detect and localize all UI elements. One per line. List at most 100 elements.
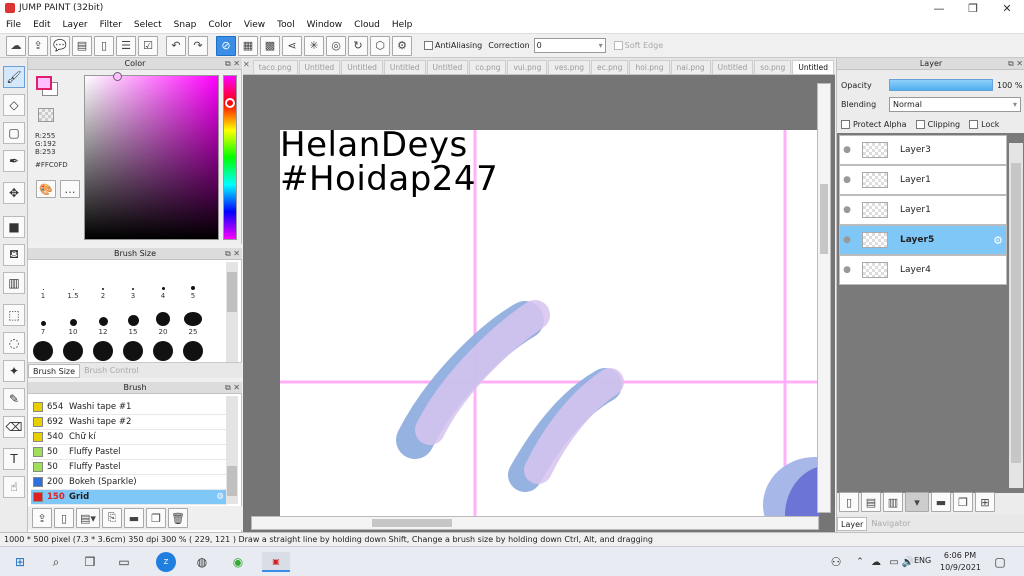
tab-document[interactable]: Untitled [711,60,754,74]
brush-list-scrollbar[interactable] [226,396,238,504]
visibility-icon[interactable]: ● [840,203,854,217]
brush-size-cell[interactable]: 1.5 [58,276,88,300]
menu-cloud[interactable]: Cloud [348,20,386,30]
panel-close-icon[interactable]: ⧉ ✕ [225,382,240,394]
snap-radial-icon[interactable]: ✳ [304,35,324,56]
hue-slider[interactable] [223,75,237,240]
tab-document[interactable]: vui.png [507,60,548,74]
tab-brush-control[interactable]: Brush Control [80,366,143,375]
menu-select[interactable]: Select [128,20,168,30]
tab-document[interactable]: hoi.png [629,60,670,74]
menu-color[interactable]: Color [202,20,238,30]
clipping-checkbox[interactable] [915,120,925,129]
visibility-icon[interactable]: ● [840,263,854,277]
menu-window[interactable]: Window [301,20,349,30]
snap-parallel-icon[interactable]: ▦ [238,35,258,56]
snap-grid-icon[interactable]: ▩ [260,35,280,56]
checklist-icon[interactable]: ☑ [138,35,158,56]
gear-icon[interactable]: ⚙ [993,234,1003,247]
new-layer-1bit-icon[interactable]: ▥ [883,492,903,512]
brush-size-large[interactable] [123,341,143,361]
file-explorer-icon[interactable]: ▭ [114,552,134,572]
page-icon[interactable]: ▯ [94,35,114,56]
blending-select[interactable]: Normal ▾ [889,97,1021,112]
select-tool-icon[interactable]: ⬚ [3,304,25,326]
eyedropper-icon[interactable]: … [60,180,80,198]
brush-item[interactable]: 50 Fluffy Pastel [31,460,227,475]
new-layer-8bit-icon[interactable]: ▤ [861,492,881,512]
rectangle-tool-icon[interactable]: ▢ [3,122,25,144]
tab-brush-size[interactable]: Brush Size [28,363,81,378]
cloud-tray-icon[interactable]: ☁ [866,552,886,572]
brush-size-large[interactable] [33,341,53,361]
brush-size-large[interactable] [63,341,83,361]
app-icon-green[interactable]: ◉ [228,552,248,572]
new-brush-icon[interactable]: ▯ [54,508,74,528]
task-view-icon[interactable]: ❒ [80,552,100,572]
list-icon[interactable]: ☰ [116,35,136,56]
brush-item-selected[interactable]: 150 Grid ⚙ [31,490,227,505]
brush-menu-icon[interactable]: ▤▾ [76,508,100,528]
zalo-icon[interactable]: Z [156,552,176,572]
brush-size-cell[interactable]: 25 [178,312,208,336]
tab-document-active[interactable]: Untitled [792,60,834,74]
layer-row[interactable]: ● Layer1 [839,195,1007,225]
duplicate-icon[interactable]: ❐ [146,508,166,528]
jump-paint-taskbar-icon[interactable]: ▣ [262,552,290,572]
saturation-value-picker[interactable] [84,72,219,240]
minimize-button[interactable]: — [922,0,956,16]
bucket-tool-icon[interactable]: ⛾ [3,244,25,266]
redo-icon[interactable]: ↷ [188,35,208,56]
tab-document[interactable]: nai.png [670,60,711,74]
transparent-swatch[interactable] [38,108,54,122]
menu-layer[interactable]: Layer [57,20,94,30]
horizontal-scrollbar[interactable] [251,516,819,530]
tab-document[interactable]: ves.png [548,60,591,74]
select-pen-icon[interactable]: ✎ [3,388,25,410]
snap-off-icon[interactable]: ⊘ [216,35,236,56]
vertical-scrollbar[interactable] [817,83,831,513]
sv-picker-handle[interactable] [113,72,122,81]
opacity-slider[interactable] [889,79,993,91]
magic-wand-icon[interactable]: ✦ [3,360,25,382]
lasso-tool-icon[interactable]: ◌ [3,332,25,354]
brush-item[interactable]: 50 Fluffy Pastel [31,445,227,460]
eraser-tool-icon[interactable]: ◇ [3,94,25,116]
cloud-icon[interactable]: ☁ [6,35,26,56]
menu-tool[interactable]: Tool [271,20,300,30]
brush-size-cell[interactable]: 4 [148,276,178,300]
move-tool-icon[interactable]: ✥ [3,182,25,204]
tab-document[interactable]: Untitled [298,60,341,74]
snap-circle-icon[interactable]: ◎ [326,35,346,56]
brush-item[interactable]: 540 Chữ kí [31,430,227,445]
visibility-icon[interactable]: ● [840,143,854,157]
brush-item[interactable]: 200 Bokeh (Sparkle) [31,475,227,490]
brush-item[interactable]: 692 Washi tape #2 [31,415,227,430]
menu-file[interactable]: File [0,20,27,30]
menu-help[interactable]: Help [386,20,419,30]
gradient-tool-icon[interactable]: ▥ [3,272,25,294]
snap-polygon-icon[interactable]: ⬡ [370,35,390,56]
panel-close-icon[interactable]: ⧉ ✕ [1008,58,1023,70]
canvas-viewport[interactable]: HelanDeys #Hoidap247 [243,75,835,532]
tab-document[interactable]: so.png [754,60,792,74]
tab-document[interactable]: Untitled [383,60,426,74]
new-layer-icon[interactable]: ▯ [839,492,859,512]
menu-filter[interactable]: Filter [94,20,128,30]
visibility-icon[interactable]: ● [840,233,854,247]
layer-folder-icon[interactable]: ▬ [931,492,951,512]
panel-close-icon[interactable]: ⧉ ✕ [225,58,240,70]
layer-row[interactable]: ● Layer3 [839,135,1007,165]
close-tab-icon[interactable]: ✕ [243,60,253,72]
tab-document[interactable]: Untitled [426,60,469,74]
windows-start-icon[interactable]: ⊞ [10,552,30,572]
brush-tool-icon[interactable]: 🖌 [3,66,25,88]
layer-duplicate-icon[interactable]: ❐ [953,492,973,512]
brush-size-cell[interactable]: 5 [178,276,208,300]
lock-checkbox[interactable] [969,120,979,129]
brush-item[interactable]: 654 Washi tape #1 [31,400,227,415]
message-icon[interactable]: ▤ [72,35,92,56]
fill-rect-tool-icon[interactable]: ■ [3,216,25,238]
brush-size-cell[interactable]: 15 [118,312,148,336]
comment-icon[interactable]: 💬 [50,35,70,56]
